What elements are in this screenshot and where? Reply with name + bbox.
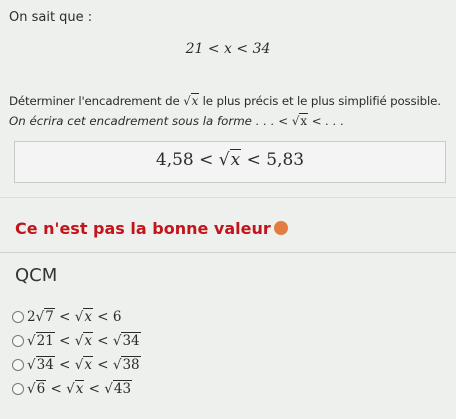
question-sqrt: √x: [183, 93, 200, 108]
radio-button[interactable]: [12, 311, 24, 323]
option-left-sqrt-arg: 21: [35, 332, 55, 349]
divider: [0, 252, 456, 253]
option-mid-sqrt: √x: [75, 332, 93, 349]
option-right-sqrt-arg: 34: [121, 332, 141, 349]
answer-sqrt: √x: [218, 149, 242, 170]
less-than: <: [92, 357, 113, 373]
feedback-message: Ce n'est pas la bonne valeur: [15, 219, 288, 238]
sqrt-sign: √: [27, 357, 36, 373]
option-right-sqrt-arg: 43: [112, 380, 133, 397]
answer-value: 4,58 < √x < 5,83: [15, 149, 445, 170]
hint-sqrt: √x: [291, 113, 309, 128]
question-text: Déterminer l'encadrement de √x le plus p…: [9, 93, 441, 108]
question-before: Déterminer l'encadrement de: [9, 94, 184, 108]
qcm-options: 2 √7 < √x < 6 √21 < √x < √34 √34 < √x < √38…: [12, 305, 141, 401]
option-left-sqrt-arg: 34: [35, 356, 55, 373]
option-right-sqrt: √34: [113, 332, 141, 349]
less-than: <: [54, 357, 75, 373]
option-mid-sqrt: √x: [75, 356, 93, 373]
option-right-sqrt: √38: [113, 356, 141, 373]
answer-left: 4,58 <: [155, 150, 214, 170]
less-than: <: [46, 381, 67, 397]
sqrt-sign: √: [104, 381, 113, 397]
option-right-sqrt: √43: [104, 380, 133, 397]
less-than: <: [92, 309, 113, 325]
qcm-title: QCM: [15, 265, 58, 286]
answer-field[interactable]: 4,58 < √x < 5,83: [14, 141, 446, 183]
intro-text: On sait que :: [9, 10, 93, 25]
question-sqrt-var: x: [190, 93, 200, 108]
option-mid-sqrt-arg: x: [83, 332, 93, 349]
divider: [0, 197, 456, 198]
option-mid-sqrt: √x: [75, 308, 93, 325]
feedback-text: Ce n'est pas la bonne valeur: [15, 219, 271, 238]
less-than: <: [54, 309, 75, 325]
option-left-sqrt-arg: 7: [44, 308, 55, 325]
option-right-value: 6: [112, 309, 122, 325]
sqrt-sign: √: [27, 333, 36, 349]
hint-before: On écrira cet encadrement sous la forme …: [9, 114, 292, 128]
option-mid-sqrt: √x: [66, 380, 85, 397]
qcm-option-4[interactable]: √6 < √x < √43: [12, 377, 141, 401]
hint-sqrt-var: x: [299, 113, 309, 128]
option-left-sqrt: √7: [35, 308, 55, 325]
less-than: <: [92, 333, 113, 349]
option-left-sqrt-arg: 6: [35, 380, 47, 397]
answer-sqrt-var: x: [229, 149, 242, 170]
given-math: 21 < x < 34: [185, 41, 271, 57]
option-mid-sqrt-arg: x: [83, 308, 93, 325]
radio-button[interactable]: [12, 335, 24, 347]
qcm-option-3[interactable]: √34 < √x < √38: [12, 353, 141, 377]
sqrt-sign: √: [27, 381, 36, 397]
radio-button[interactable]: [12, 359, 24, 371]
question-after: le plus précis et le plus simplifié poss…: [199, 94, 441, 108]
radio-button[interactable]: [12, 383, 24, 395]
qcm-option-2[interactable]: √21 < √x < √34: [12, 329, 141, 353]
option-coef: 2: [27, 309, 36, 325]
option-left-sqrt: √6: [27, 380, 47, 397]
option-mid-sqrt-arg: x: [83, 356, 93, 373]
option-left-sqrt: √21: [27, 332, 55, 349]
sqrt-sign: √: [66, 381, 75, 397]
option-mid-sqrt-arg: x: [74, 380, 85, 397]
sad-face-icon: [273, 221, 288, 235]
hint-text: On écrira cet encadrement sous la forme …: [9, 113, 345, 128]
option-left-sqrt: √34: [27, 356, 55, 373]
given-inequality: 21 < x < 34: [0, 41, 456, 57]
qcm-option-1[interactable]: 2 √7 < √x < 6: [12, 305, 141, 329]
less-than: <: [54, 333, 75, 349]
option-right-sqrt-arg: 38: [121, 356, 141, 373]
sqrt-sign: √: [35, 309, 45, 325]
hint-after: < . . .: [308, 114, 345, 128]
less-than: <: [84, 381, 105, 397]
answer-right: < 5,83: [246, 150, 305, 170]
